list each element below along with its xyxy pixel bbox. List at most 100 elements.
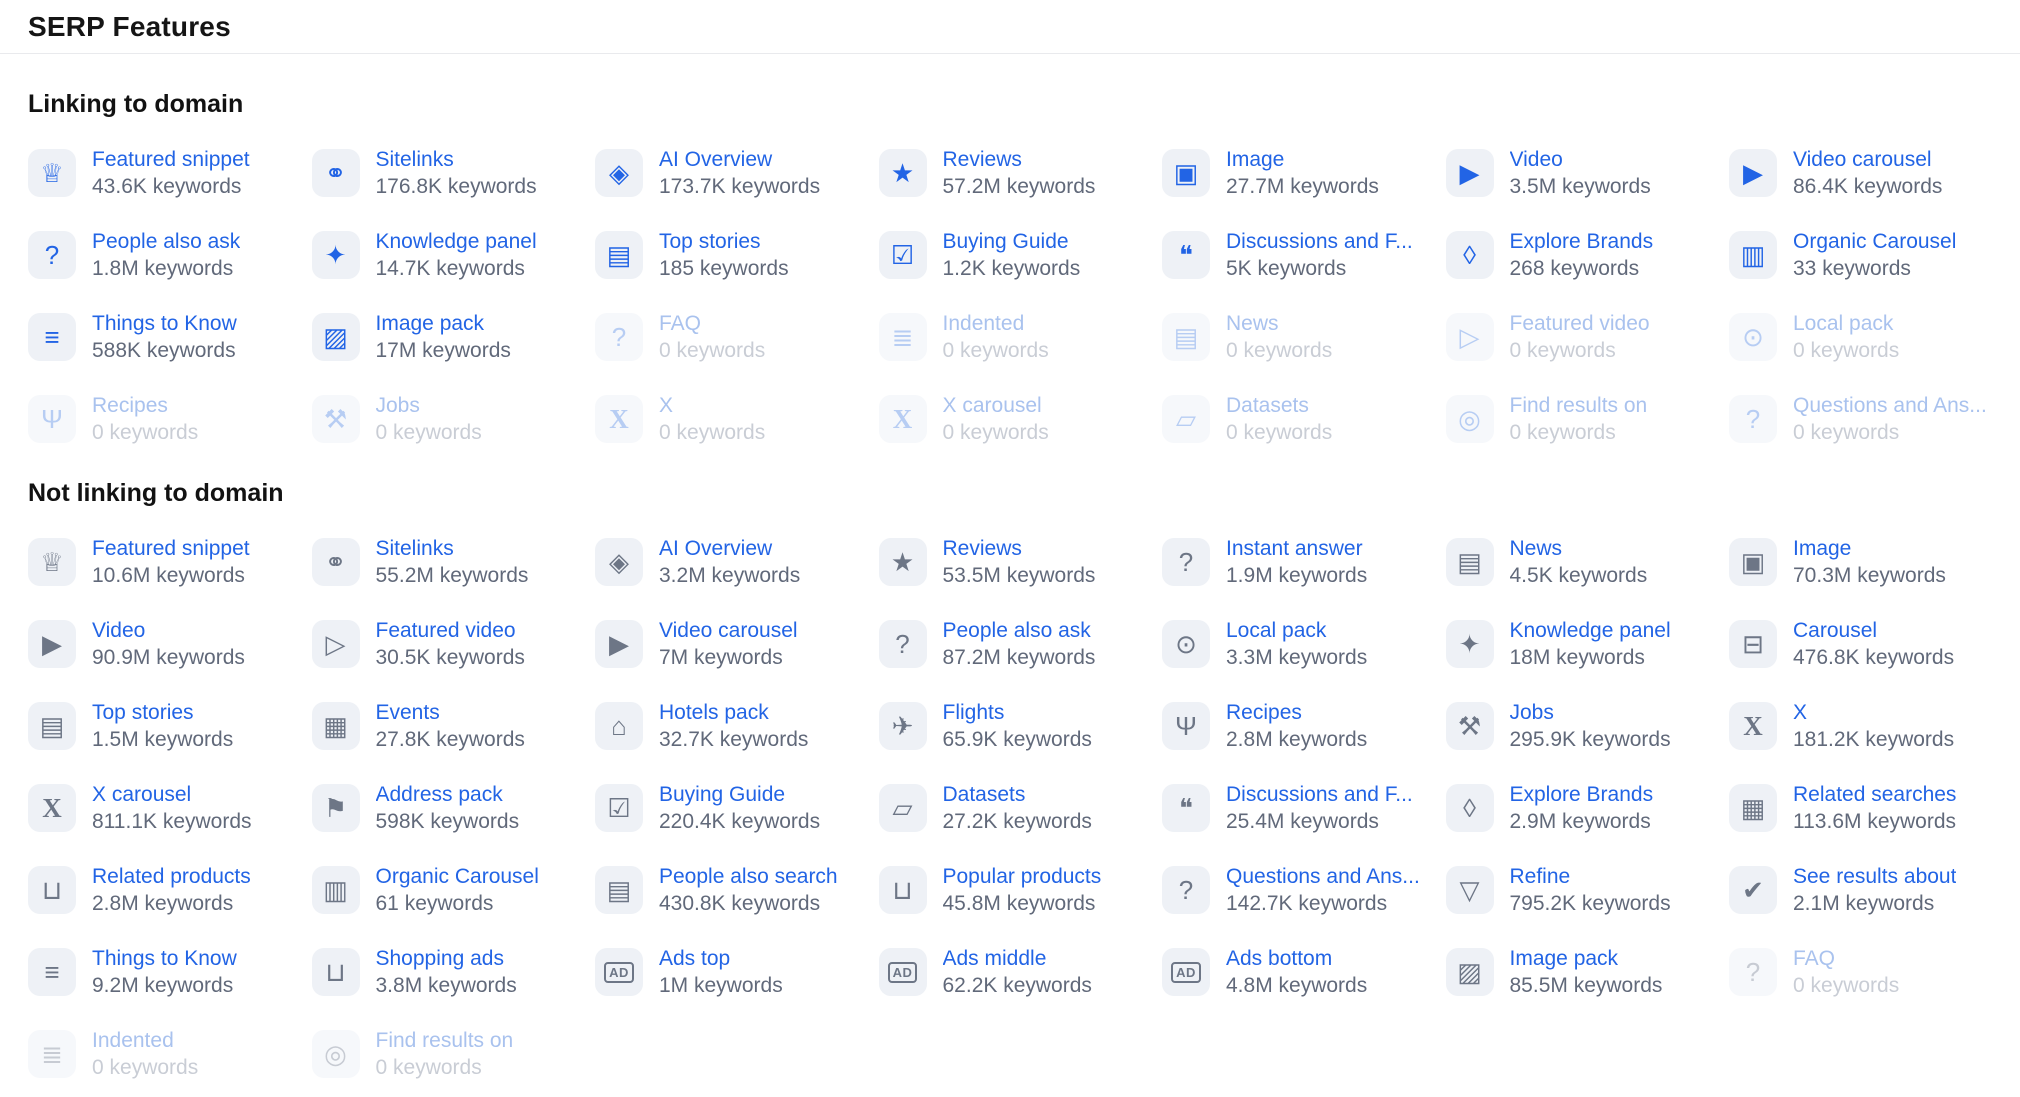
feature-label[interactable]: Video (1510, 146, 1651, 173)
serp-feature-item[interactable]: ▶Video3.5M keywords (1446, 149, 1730, 197)
feature-label[interactable]: X (1793, 699, 1954, 726)
feature-label[interactable]: Discussions and F... (1226, 781, 1413, 808)
serp-feature-item[interactable]: ▶Video carousel86.4K keywords (1729, 149, 2013, 197)
serp-feature-item[interactable]: ADAds middle62.2K keywords (879, 948, 1163, 996)
feature-label[interactable]: Questions and Ans... (1226, 863, 1420, 890)
serp-feature-item[interactable]: ❝Discussions and F...5K keywords (1162, 231, 1446, 279)
serp-feature-item[interactable]: ✦Knowledge panel14.7K keywords (312, 231, 596, 279)
serp-feature-item[interactable]: ☑Buying Guide220.4K keywords (595, 784, 879, 832)
feature-label[interactable]: Carousel (1793, 617, 1954, 644)
serp-feature-item[interactable]: ▨Image pack85.5M keywords (1446, 948, 1730, 996)
serp-feature-item[interactable]: ★Reviews53.5M keywords (879, 538, 1163, 586)
serp-feature-item[interactable]: ▥Organic Carousel33 keywords (1729, 231, 2013, 279)
feature-label[interactable]: People also search (659, 863, 838, 890)
feature-label[interactable]: Events (376, 699, 525, 726)
serp-feature-item[interactable]: ✦Knowledge panel18M keywords (1446, 620, 1730, 668)
serp-feature-item[interactable]: ▣Image70.3M keywords (1729, 538, 2013, 586)
feature-label[interactable]: Video carousel (659, 617, 798, 644)
feature-label[interactable]: Datasets (943, 781, 1092, 808)
feature-label[interactable]: People also ask (943, 617, 1096, 644)
serp-feature-item[interactable]: ⊙Local pack3.3M keywords (1162, 620, 1446, 668)
serp-feature-item[interactable]: ◊Explore Brands2.9M keywords (1446, 784, 1730, 832)
feature-label[interactable]: Refine (1510, 863, 1671, 890)
serp-feature-item[interactable]: ☑Buying Guide1.2K keywords (879, 231, 1163, 279)
feature-label[interactable]: Knowledge panel (376, 228, 537, 255)
feature-label[interactable]: Knowledge panel (1510, 617, 1671, 644)
feature-label[interactable]: Reviews (943, 535, 1096, 562)
serp-feature-item[interactable]: ◈AI Overview173.7K keywords (595, 149, 879, 197)
serp-feature-item[interactable]: ✈Flights65.9K keywords (879, 702, 1163, 750)
serp-feature-item[interactable]: ΨRecipes2.8M keywords (1162, 702, 1446, 750)
serp-feature-item[interactable]: ▷Featured video30.5K keywords (312, 620, 596, 668)
feature-label[interactable]: Things to Know (92, 945, 237, 972)
feature-label[interactable]: Image (1793, 535, 1946, 562)
serp-feature-item[interactable]: ▽Refine795.2K keywords (1446, 866, 1730, 914)
feature-label[interactable]: Shopping ads (376, 945, 517, 972)
feature-label[interactable]: Image pack (1510, 945, 1663, 972)
serp-feature-item[interactable]: ?Instant answer1.9M keywords (1162, 538, 1446, 586)
feature-label[interactable]: Ads top (659, 945, 783, 972)
feature-label[interactable]: News (1510, 535, 1648, 562)
serp-feature-item[interactable]: ⚭Sitelinks176.8K keywords (312, 149, 596, 197)
feature-label[interactable]: Jobs (1510, 699, 1671, 726)
feature-label[interactable]: Sitelinks (376, 146, 537, 173)
serp-feature-item[interactable]: ⚑Address pack598K keywords (312, 784, 596, 832)
serp-feature-item[interactable]: ⚒Jobs295.9K keywords (1446, 702, 1730, 750)
serp-feature-item[interactable]: ★Reviews57.2M keywords (879, 149, 1163, 197)
feature-label[interactable]: Image pack (376, 310, 511, 337)
serp-feature-item[interactable]: ▤People also search430.8K keywords (595, 866, 879, 914)
feature-label[interactable]: Video (92, 617, 245, 644)
feature-label[interactable]: Reviews (943, 146, 1096, 173)
serp-feature-item[interactable]: ❝Discussions and F...25.4M keywords (1162, 784, 1446, 832)
serp-feature-item[interactable]: XX181.2K keywords (1729, 702, 2013, 750)
serp-feature-item[interactable]: ?People also ask87.2M keywords (879, 620, 1163, 668)
feature-label[interactable]: AI Overview (659, 535, 800, 562)
feature-label[interactable]: Featured snippet (92, 535, 250, 562)
feature-label[interactable]: Discussions and F... (1226, 228, 1413, 255)
feature-label[interactable]: Explore Brands (1510, 228, 1654, 255)
feature-label[interactable]: People also ask (92, 228, 240, 255)
feature-label[interactable]: Sitelinks (376, 535, 529, 562)
feature-label[interactable]: Ads middle (943, 945, 1092, 972)
serp-feature-item[interactable]: ⌂Hotels pack32.7K keywords (595, 702, 879, 750)
serp-feature-item[interactable]: ▤Top stories1.5M keywords (28, 702, 312, 750)
serp-feature-item[interactable]: ♕Featured snippet43.6K keywords (28, 149, 312, 197)
serp-feature-item[interactable]: ▦Events27.8K keywords (312, 702, 596, 750)
serp-feature-item[interactable]: ◈AI Overview3.2M keywords (595, 538, 879, 586)
serp-feature-item[interactable]: ▱Datasets27.2K keywords (879, 784, 1163, 832)
serp-feature-item[interactable]: ♕Featured snippet10.6M keywords (28, 538, 312, 586)
serp-feature-item[interactable]: ⊔Popular products45.8M keywords (879, 866, 1163, 914)
feature-label[interactable]: Recipes (1226, 699, 1367, 726)
serp-feature-item[interactable]: ⊟Carousel476.8K keywords (1729, 620, 2013, 668)
feature-label[interactable]: Related products (92, 863, 251, 890)
feature-label[interactable]: Address pack (376, 781, 520, 808)
feature-label[interactable]: Buying Guide (943, 228, 1081, 255)
serp-feature-item[interactable]: ?Questions and Ans...142.7K keywords (1162, 866, 1446, 914)
feature-label[interactable]: X carousel (92, 781, 252, 808)
feature-label[interactable]: Top stories (92, 699, 233, 726)
feature-label[interactable]: Featured video (376, 617, 525, 644)
feature-label[interactable]: Local pack (1226, 617, 1367, 644)
feature-label[interactable]: Organic Carousel (1793, 228, 1956, 255)
feature-label[interactable]: Popular products (943, 863, 1102, 890)
serp-feature-item[interactable]: ▤Top stories185 keywords (595, 231, 879, 279)
feature-label[interactable]: Explore Brands (1510, 781, 1654, 808)
feature-label[interactable]: Hotels pack (659, 699, 808, 726)
feature-label[interactable]: Instant answer (1226, 535, 1367, 562)
feature-label[interactable]: Related searches (1793, 781, 1956, 808)
feature-label[interactable]: Ads bottom (1226, 945, 1367, 972)
serp-feature-item[interactable]: ⊔Shopping ads3.8M keywords (312, 948, 596, 996)
serp-feature-item[interactable]: ADAds top1M keywords (595, 948, 879, 996)
serp-feature-item[interactable]: ≡Things to Know588K keywords (28, 313, 312, 361)
serp-feature-item[interactable]: ▤News4.5K keywords (1446, 538, 1730, 586)
serp-feature-item[interactable]: ▶Video90.9M keywords (28, 620, 312, 668)
feature-label[interactable]: See results about (1793, 863, 1956, 890)
serp-feature-item[interactable]: XX carousel811.1K keywords (28, 784, 312, 832)
serp-feature-item[interactable]: ADAds bottom4.8M keywords (1162, 948, 1446, 996)
serp-feature-item[interactable]: ▣Image27.7M keywords (1162, 149, 1446, 197)
serp-feature-item[interactable]: ≡Things to Know9.2M keywords (28, 948, 312, 996)
feature-label[interactable]: Organic Carousel (376, 863, 539, 890)
feature-label[interactable]: Flights (943, 699, 1092, 726)
serp-feature-item[interactable]: ✔See results about2.1M keywords (1729, 866, 2013, 914)
feature-label[interactable]: Things to Know (92, 310, 237, 337)
